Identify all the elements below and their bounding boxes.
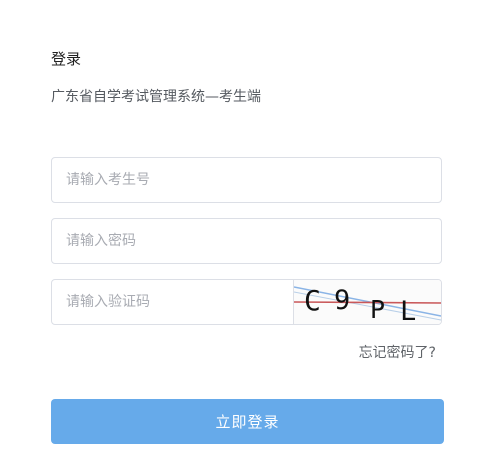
password-input[interactable] — [52, 219, 441, 263]
captcha-char-1: C — [304, 284, 321, 317]
page-title: 登录 — [51, 50, 82, 68]
login-button[interactable]: 立即登录 — [51, 399, 444, 444]
system-subtitle: 广东省自学考试管理系统—考生端 — [51, 89, 261, 105]
captcha-char-2: 9 — [334, 285, 350, 316]
captcha-char-4: L — [400, 296, 416, 324]
captcha-field[interactable]: C 9 P L — [51, 279, 442, 325]
captcha-graphic: C 9 P L — [294, 280, 441, 324]
captcha-input[interactable] — [52, 280, 296, 324]
forgot-password-link[interactable]: 忘记密码了? — [359, 343, 436, 363]
captcha-image[interactable]: C 9 P L — [293, 280, 441, 324]
captcha-char-3: P — [370, 295, 385, 324]
candidate-id-field[interactable] — [51, 157, 442, 203]
password-field[interactable] — [51, 218, 442, 264]
candidate-id-input[interactable] — [52, 158, 441, 202]
